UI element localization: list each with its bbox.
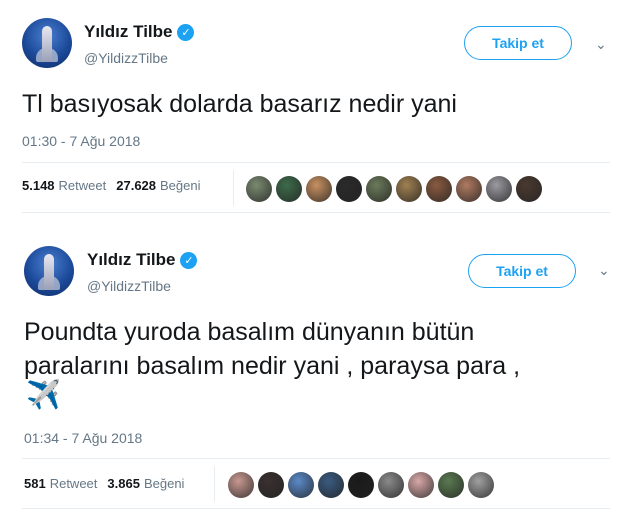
liker-avatar[interactable] [516, 176, 542, 202]
liker-avatar[interactable] [246, 176, 272, 202]
liker-avatar[interactable] [396, 176, 422, 202]
follow-button[interactable]: Takip et [464, 26, 572, 60]
avatar[interactable] [22, 18, 72, 68]
liker-avatar[interactable] [468, 472, 494, 498]
like-count[interactable]: 27.628 [116, 178, 156, 193]
display-name[interactable]: Yıldız Tilbe [84, 22, 172, 42]
avatar[interactable] [24, 246, 74, 296]
airplane-icon: ✈️ [26, 379, 61, 410]
liker-avatars[interactable] [228, 472, 494, 498]
divider [22, 458, 610, 459]
chevron-down-icon[interactable]: ⌄ [595, 36, 607, 53]
verified-icon: ✓ [180, 251, 198, 269]
divider [214, 466, 215, 502]
like-label[interactable]: Beğeni [144, 476, 184, 491]
liker-avatar[interactable] [456, 176, 482, 202]
liker-avatar[interactable] [306, 176, 332, 202]
retweet-count[interactable]: 581 [24, 476, 46, 491]
tweet-text: Tl basıyosak dolarda basarız nedir yani [22, 90, 457, 118]
tweet-text-line-2: paralarını basalım nedir yani , paraysa … [24, 352, 521, 380]
liker-avatar[interactable] [438, 472, 464, 498]
liker-avatar[interactable] [288, 472, 314, 498]
tweet-timestamp[interactable]: 01:34 - 7 Ağu 2018 [24, 430, 142, 446]
follow-button[interactable]: Takip et [468, 254, 576, 288]
divider [233, 170, 234, 206]
like-label[interactable]: Beğeni [160, 178, 200, 193]
liker-avatar[interactable] [408, 472, 434, 498]
tweet-timestamp[interactable]: 01:30 - 7 Ağu 2018 [22, 133, 140, 149]
liker-avatar[interactable] [366, 176, 392, 202]
retweet-count[interactable]: 5.148 [22, 178, 55, 193]
liker-avatar[interactable] [228, 472, 254, 498]
divider [22, 508, 610, 509]
verified-icon: ✓ [177, 23, 195, 41]
liker-avatar[interactable] [378, 472, 404, 498]
like-count[interactable]: 3.865 [107, 476, 140, 491]
liker-avatar[interactable] [348, 472, 374, 498]
tweet-text-line-1: Poundta yuroda basalım dünyanın bütün [24, 318, 475, 346]
user-handle[interactable]: @YildizzTilbe [87, 278, 171, 294]
user-handle[interactable]: @YildizzTilbe [84, 50, 168, 66]
retweet-label[interactable]: Retweet [50, 476, 98, 491]
liker-avatar[interactable] [426, 176, 452, 202]
divider [22, 162, 610, 163]
tweet-stats: 5.148 Retweet 27.628 Beğeni [22, 178, 211, 193]
liker-avatars[interactable] [246, 176, 542, 202]
liker-avatar[interactable] [318, 472, 344, 498]
divider [22, 212, 610, 213]
liker-avatar[interactable] [486, 176, 512, 202]
liker-avatar[interactable] [336, 176, 362, 202]
liker-avatar[interactable] [258, 472, 284, 498]
retweet-label[interactable]: Retweet [59, 178, 107, 193]
tweet-stats: 581 Retweet 3.865 Beğeni [24, 476, 194, 491]
display-name[interactable]: Yıldız Tilbe [87, 250, 175, 270]
chevron-down-icon[interactable]: ⌄ [598, 262, 610, 279]
liker-avatar[interactable] [276, 176, 302, 202]
